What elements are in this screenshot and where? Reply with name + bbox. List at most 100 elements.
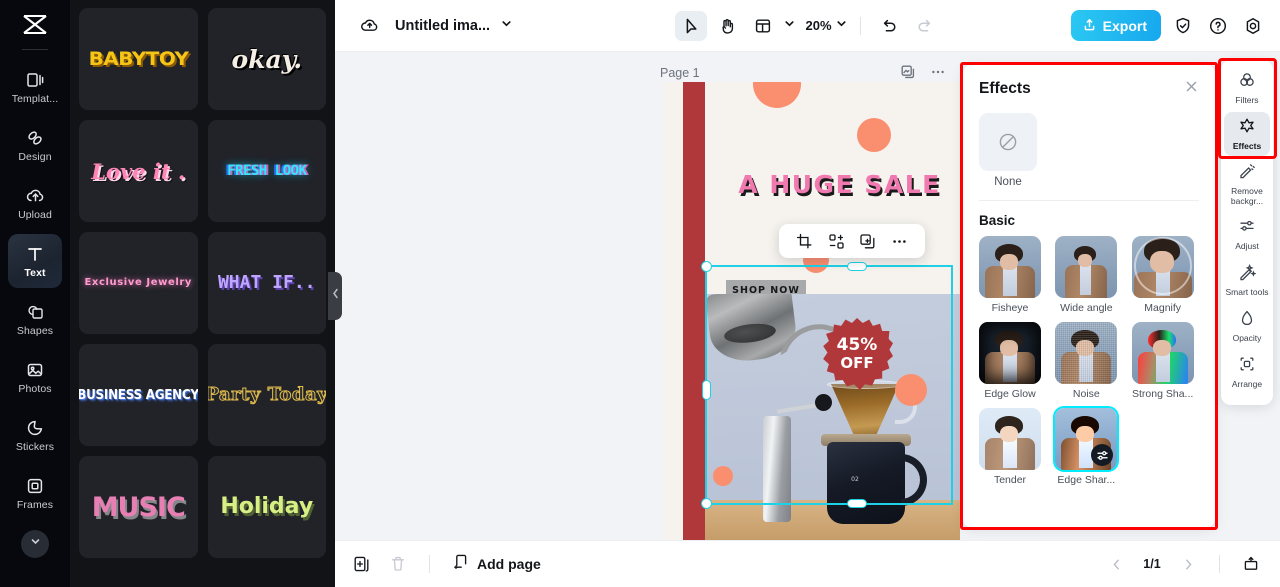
template-card[interactable]: WHAT IF..: [207, 232, 326, 334]
template-label: BABYTOY: [88, 47, 189, 70]
hand-tool-button[interactable]: [710, 11, 742, 41]
doc-title-group: Untitled ima...: [335, 11, 513, 41]
template-card[interactable]: Party Today: [207, 344, 326, 446]
template-card[interactable]: MUSIC: [79, 456, 198, 558]
template-card[interactable]: Exclusive Jewelry: [79, 232, 198, 334]
redo-button[interactable]: [909, 11, 941, 41]
bottom-divider: [429, 555, 430, 573]
sidebar-item-shapes[interactable]: Shapes: [8, 292, 62, 346]
effect-thumbnail: [1055, 322, 1118, 384]
templates-icon: [24, 69, 46, 91]
template-card[interactable]: Holiday: [207, 456, 326, 558]
sidebar-item-templates[interactable]: Templat...: [8, 60, 62, 114]
settings-gear-icon[interactable]: [1240, 13, 1266, 39]
title-dropdown-chevron-down-icon[interactable]: [500, 17, 513, 35]
selection-handle-top-left[interactable]: [701, 261, 712, 272]
trash-icon[interactable]: [385, 551, 411, 577]
template-label: Exclusive Jewelry: [84, 277, 193, 288]
selection-handle-left-mid[interactable]: [702, 380, 711, 400]
selection-handle-top-mid[interactable]: [847, 262, 867, 271]
effects-star-icon: [1238, 117, 1256, 140]
sidebar-item-frames[interactable]: Frames: [8, 466, 62, 520]
effect-label: Wide angle: [1060, 302, 1113, 314]
zoom-chevron-down-icon[interactable]: [835, 17, 848, 35]
duplicate-page-icon[interactable]: [349, 551, 375, 577]
panel-collapse-handle[interactable]: [328, 272, 342, 320]
effect-thumbnail: [1055, 236, 1118, 298]
sidebar-item-stickers[interactable]: Stickers: [8, 408, 62, 462]
effect-cell-fisheye[interactable]: Fisheye: [979, 236, 1046, 314]
crop-icon[interactable]: [794, 230, 816, 252]
chevron-right-icon[interactable]: [1175, 551, 1201, 577]
bottom-left-actions: Add page: [335, 551, 541, 577]
help-circle-icon[interactable]: [1205, 13, 1231, 39]
top-right-actions: Export: [1070, 10, 1266, 41]
close-icon[interactable]: [1184, 79, 1199, 99]
select-tool-button[interactable]: [674, 10, 707, 41]
page-label: Page 1: [660, 66, 700, 80]
text-icon: [24, 243, 46, 265]
effect-cell-edge-sharpen[interactable]: Edge Shar...: [1055, 408, 1122, 486]
template-label: BUSINESS AGENCY: [79, 387, 198, 403]
tool-smart-tools[interactable]: Smart tools: [1224, 259, 1270, 303]
sidebar-item-upload[interactable]: Upload: [8, 176, 62, 230]
sidebar-item-text[interactable]: Text: [8, 234, 62, 288]
tool-label: Effects: [1232, 140, 1262, 151]
effect-cell-noise[interactable]: Noise: [1055, 322, 1122, 400]
sidebar-item-photos[interactable]: Photos: [8, 350, 62, 404]
selection-handle-bottom-mid[interactable]: [847, 499, 867, 508]
effect-cell-edge-glow[interactable]: Edge Glow: [979, 322, 1046, 400]
document-title[interactable]: Untitled ima...: [395, 18, 490, 34]
template-card[interactable]: okay.: [207, 8, 326, 110]
template-card[interactable]: FRESH LOOK: [207, 120, 326, 222]
effect-label: Strong Sha...: [1132, 388, 1194, 400]
tool-arrange[interactable]: Arrange: [1224, 351, 1270, 395]
tool-adjust[interactable]: Adjust: [1224, 213, 1270, 257]
template-card[interactable]: BABYTOY: [79, 8, 198, 110]
duplicate-icon[interactable]: [857, 230, 879, 252]
tool-effects[interactable]: Effects: [1224, 112, 1270, 156]
effect-none-cell[interactable]: None: [963, 105, 1215, 188]
tool-label: Remove backgr...: [1230, 186, 1264, 206]
effect-cell-wide-angle[interactable]: Wide angle: [1055, 236, 1122, 314]
layout-tool-button[interactable]: [746, 11, 778, 41]
effect-thumbnail: [979, 322, 1041, 384]
template-card[interactable]: BUSINESS AGENCY: [79, 344, 198, 446]
effect-cell-strong-shatter[interactable]: Strong Sha...: [1131, 322, 1199, 400]
more-options-icon[interactable]: [888, 230, 910, 252]
undo-button[interactable]: [873, 11, 905, 41]
selection-handle-bottom-left[interactable]: [701, 498, 712, 509]
template-card[interactable]: Love it .: [79, 120, 198, 222]
sidebar-item-label: Templat...: [11, 93, 59, 106]
effect-cell-magnify[interactable]: Magnify: [1131, 236, 1199, 314]
right-tool-rail: Filters Effects Remove backgr... Adjust: [1221, 60, 1273, 405]
expand-more-button[interactable]: [21, 530, 49, 558]
effect-thumbnail: [979, 236, 1041, 298]
effect-label: Edge Glow: [984, 388, 1036, 400]
capcut-logo-icon[interactable]: [17, 8, 53, 42]
replace-image-icon[interactable]: [825, 230, 847, 252]
tool-opacity[interactable]: Opacity: [1224, 305, 1270, 349]
tool-label: Opacity: [1232, 333, 1262, 344]
artboard-headline[interactable]: A HUGE SALE: [727, 170, 952, 199]
selection-box[interactable]: [701, 261, 953, 509]
chevron-left-icon[interactable]: [1103, 551, 1129, 577]
shield-check-icon[interactable]: [1170, 13, 1196, 39]
layout-chevron-down-icon[interactable]: [782, 17, 795, 35]
effects-panel-wrapper: Effects None Basic Fisheye Wide angle Ma…: [960, 62, 1218, 530]
tool-filters[interactable]: Filters: [1224, 66, 1270, 110]
tool-remove-background[interactable]: Remove backgr...: [1224, 158, 1270, 211]
decor-circle: [857, 118, 891, 152]
right-tool-rail-wrapper: Filters Effects Remove backgr... Adjust: [1218, 58, 1280, 520]
effects-grid: Fisheye Wide angle Magnify Edge Glow Noi…: [963, 236, 1215, 486]
effect-cell-tender[interactable]: Tender: [979, 408, 1046, 486]
canvas-tools-group: 20%: [674, 10, 941, 41]
export-button[interactable]: Export: [1070, 10, 1161, 41]
present-icon[interactable]: [1238, 551, 1264, 577]
sidebar-item-design[interactable]: Design: [8, 118, 62, 172]
tool-label: Adjust: [1235, 241, 1259, 252]
add-page-button[interactable]: Add page: [452, 553, 541, 576]
tool-label: Arrange: [1231, 379, 1263, 390]
cloud-sync-icon[interactable]: [353, 11, 385, 41]
zoom-control[interactable]: 20%: [805, 17, 847, 35]
